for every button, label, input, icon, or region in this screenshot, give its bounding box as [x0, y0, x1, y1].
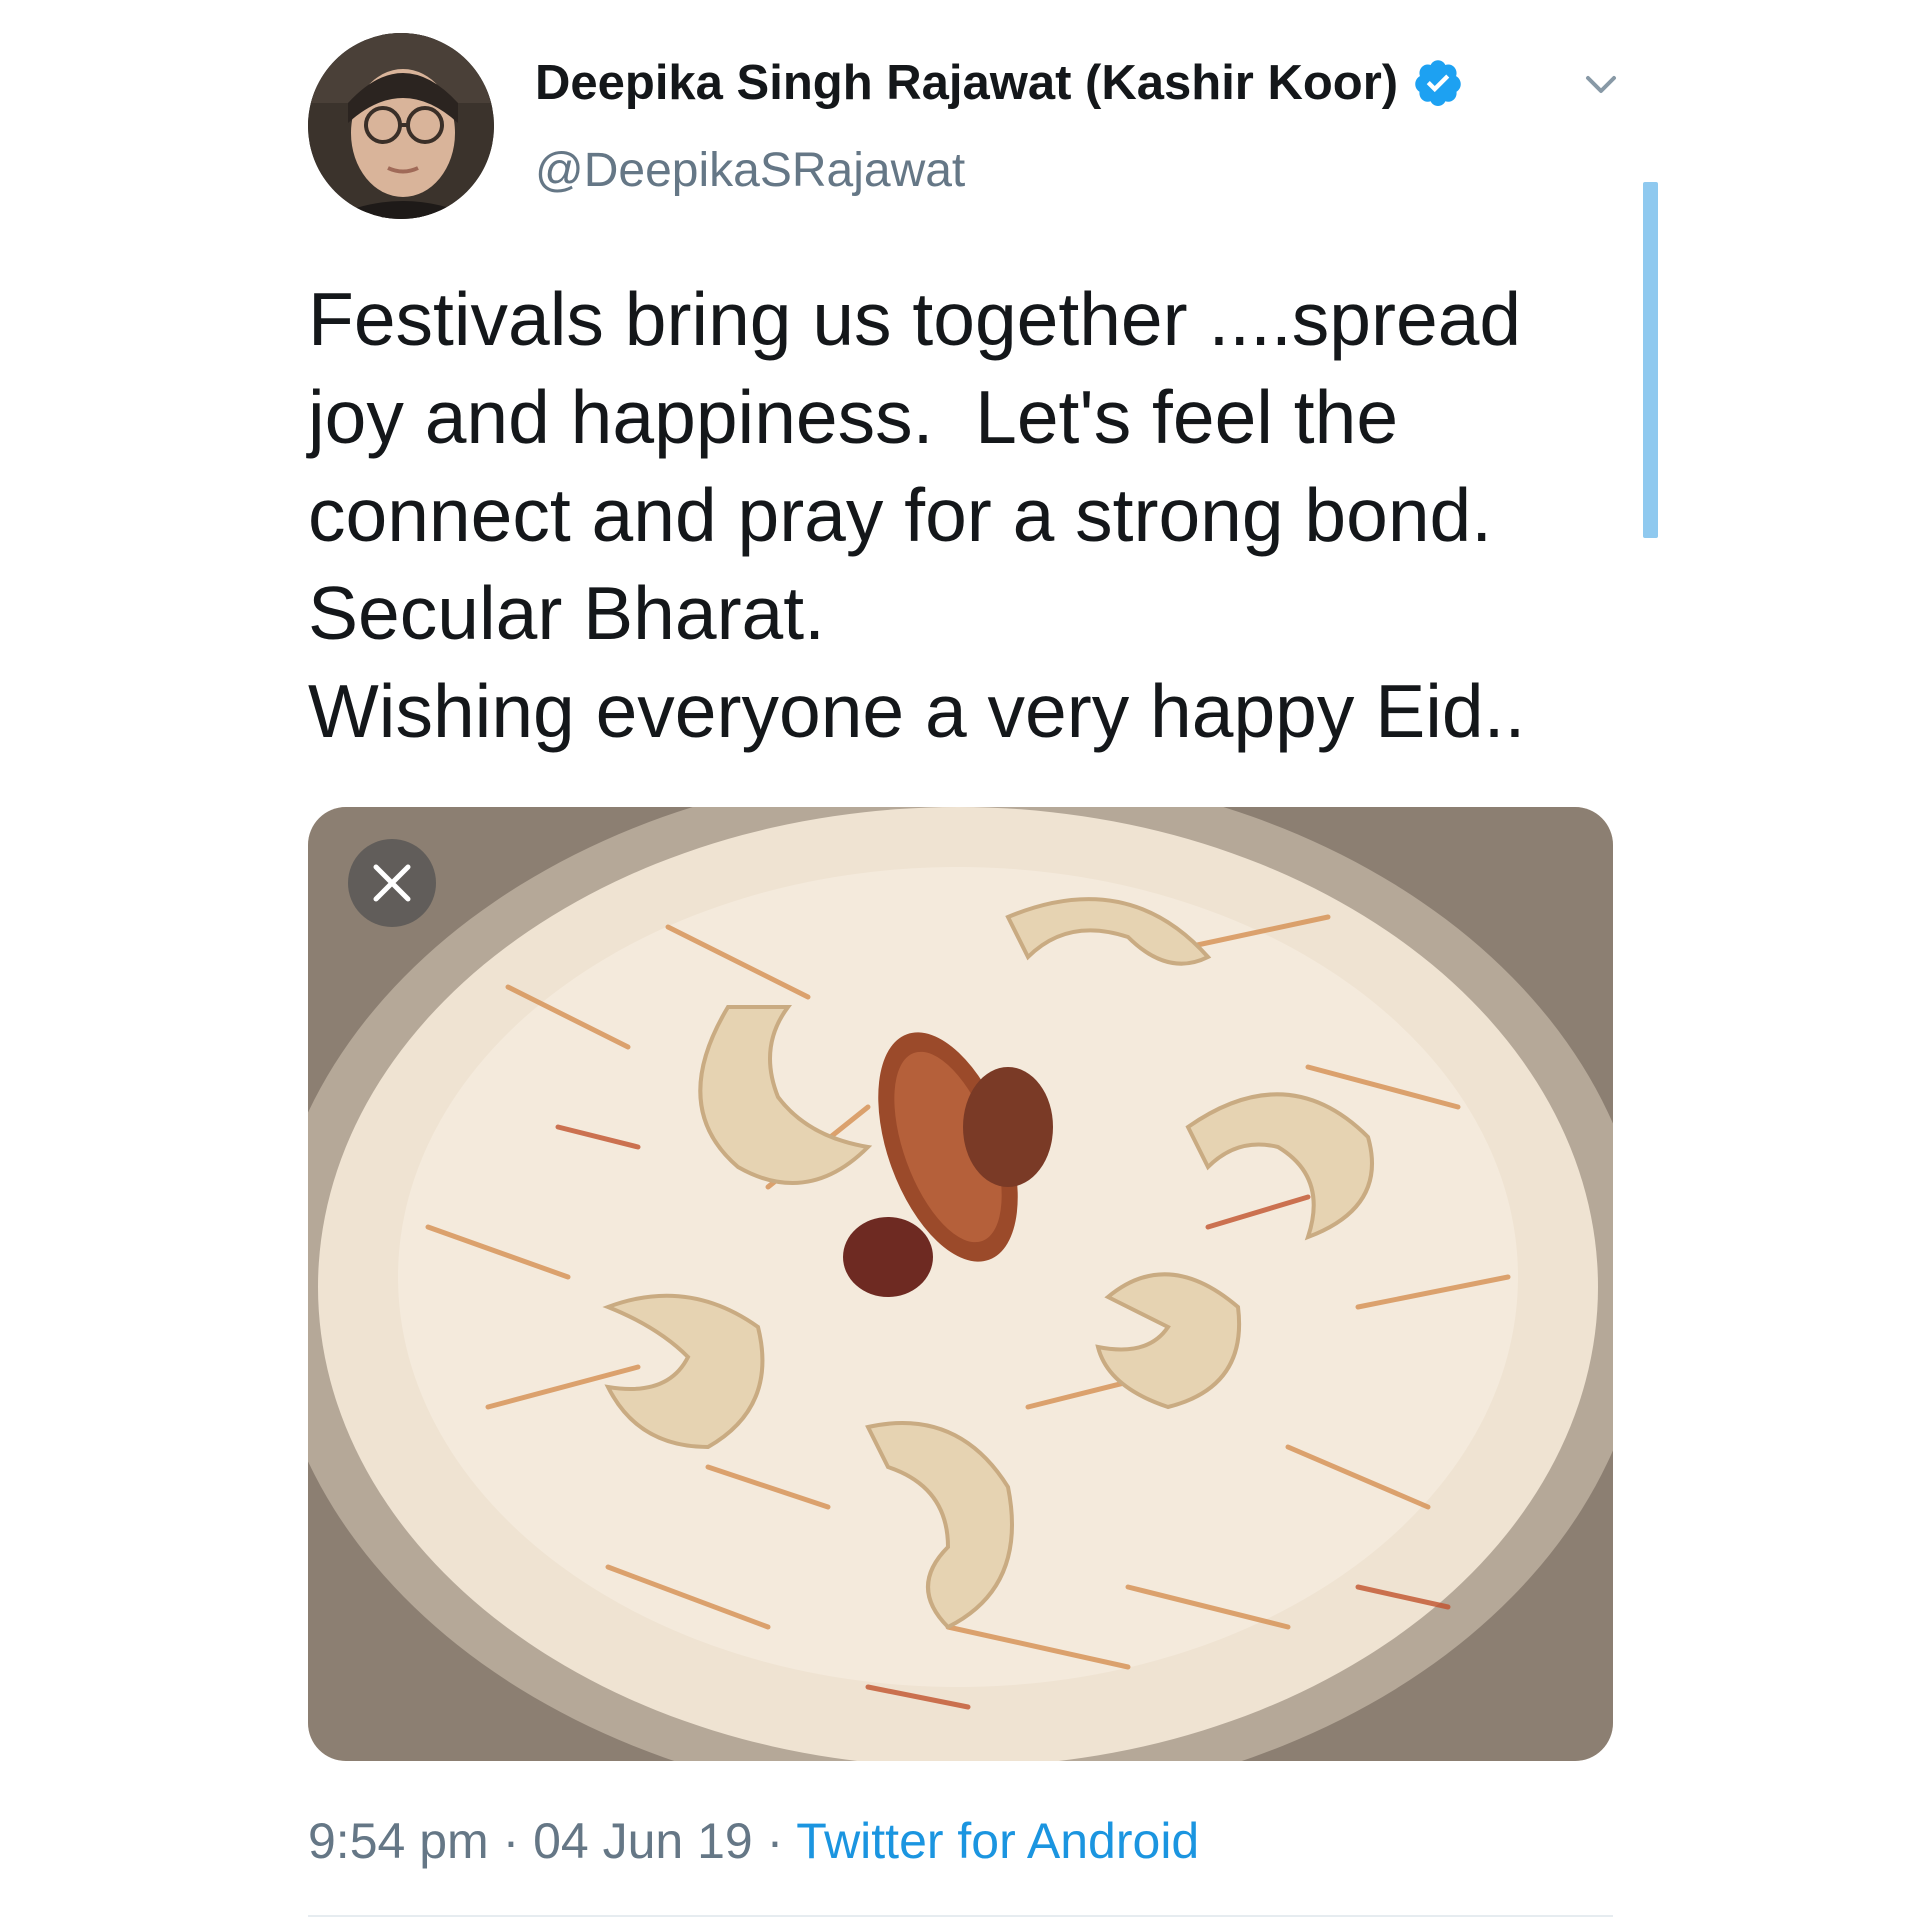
scrollbar[interactable]	[1643, 182, 1658, 538]
tweet-time[interactable]: 9:54 pm	[308, 1813, 489, 1869]
display-name[interactable]: Deepika Singh Rajawat (Kashir Koor)	[535, 52, 1464, 114]
tweet-text-line: connect and pray for a strong bond.	[308, 473, 1493, 557]
user-handle[interactable]: @DeepikaSRajawat	[535, 143, 965, 199]
display-name-text: Deepika Singh Rajawat (Kashir Koor)	[535, 56, 1399, 110]
tweet-meta: 9:54 pm · 04 Jun 19 · Twitter for Androi…	[308, 1810, 1199, 1872]
food-photo	[308, 807, 1613, 1761]
close-icon[interactable]	[348, 839, 436, 927]
meta-separator: ·	[488, 1813, 534, 1869]
tweet-text-line: Secular Bharat.	[308, 571, 825, 655]
avatar[interactable]	[308, 33, 494, 219]
verified-badge-icon	[1412, 57, 1464, 109]
divider	[308, 1915, 1613, 1917]
tweet-text-line: Festivals bring us together ....spread	[308, 277, 1522, 361]
tweet-text-line: Wishing everyone a very happy Eid..	[308, 669, 1526, 753]
tweet-text: Festivals bring us together ....spread j…	[308, 270, 1628, 760]
tweet-date[interactable]: 04 Jun 19	[533, 1813, 753, 1869]
tweet-detail: Deepika Singh Rajawat (Kashir Koor) @Dee…	[0, 0, 1920, 1920]
chevron-down-icon[interactable]	[1580, 63, 1622, 105]
tweet-text-line: joy and happiness. Let's feel the	[308, 375, 1399, 459]
avatar-image	[308, 33, 494, 219]
tweet-source-link[interactable]: Twitter for Android	[796, 1813, 1199, 1869]
meta-separator: ·	[752, 1813, 797, 1869]
tweet-media-image[interactable]	[308, 807, 1613, 1761]
